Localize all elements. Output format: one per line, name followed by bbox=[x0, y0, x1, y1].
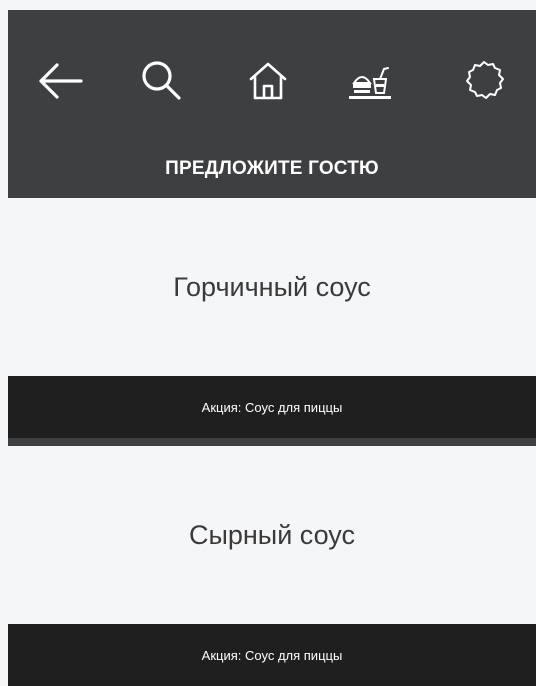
food-tray-icon[interactable] bbox=[344, 55, 396, 107]
header: ПРЕДЛОЖИТЕ ГОСТЮ bbox=[8, 10, 536, 198]
product-name: Сырный соус bbox=[8, 446, 536, 624]
list-item[interactable]: Сырный соус Акция: Соус для пиццы bbox=[8, 446, 536, 686]
home-icon[interactable] bbox=[242, 55, 294, 107]
promo-label: Акция: Соус для пиццы bbox=[8, 624, 536, 686]
search-icon[interactable] bbox=[136, 55, 188, 107]
promo-label: Акция: Соус для пиццы bbox=[8, 376, 536, 438]
page-title: ПРЕДЛОЖИТЕ ГОСТЮ bbox=[165, 158, 379, 179]
list-item[interactable]: Горчичный соус Акция: Соус для пиццы bbox=[8, 198, 536, 438]
toolbar bbox=[8, 10, 536, 140]
settings-badge-icon[interactable] bbox=[458, 55, 510, 107]
product-list: Горчичный соус Акция: Соус для пиццы Сыр… bbox=[8, 198, 536, 686]
divider bbox=[8, 438, 536, 446]
app: ПРЕДЛОЖИТЕ ГОСТЮ Горчичный соус Акция: С… bbox=[0, 0, 536, 686]
product-name: Горчичный соус bbox=[8, 198, 536, 376]
back-arrow-icon[interactable] bbox=[34, 55, 86, 107]
